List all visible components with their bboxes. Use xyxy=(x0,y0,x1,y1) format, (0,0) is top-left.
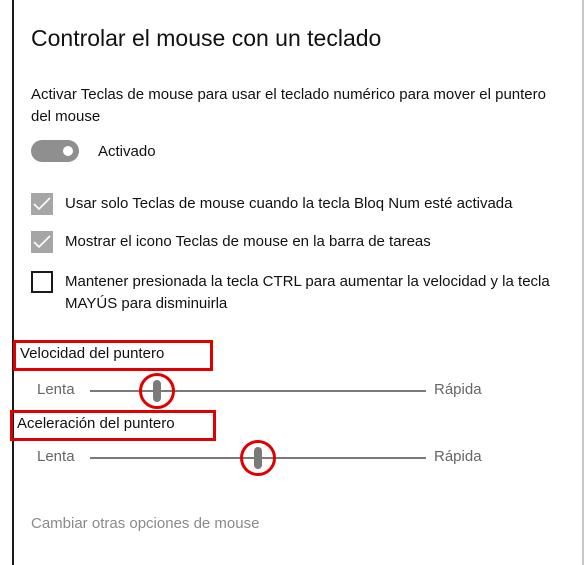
mouse-keys-toggle[interactable] xyxy=(31,140,79,162)
checkbox-label: Usar solo Teclas de mouse cuando la tecl… xyxy=(65,195,513,212)
toggle-knob xyxy=(63,146,73,156)
checkbox-row-numlock[interactable]: Usar solo Teclas de mouse cuando la tecl… xyxy=(31,193,512,215)
pointer-acceleration-slider[interactable]: Lenta Rápida xyxy=(37,440,497,476)
pointer-acceleration-heading: Aceleración del puntero xyxy=(10,410,216,441)
checkbox-row-taskbar-icon[interactable]: Mostrar el icono Teclas de mouse en la b… xyxy=(31,231,431,253)
mouse-keys-description: Activar Teclas de mouse para usar el tec… xyxy=(31,86,546,125)
checkbox-row-ctrl-shift[interactable]: Mantener presionada la tecla CTRL para a… xyxy=(31,271,565,315)
page-title: Controlar el mouse con un teclado xyxy=(31,25,382,51)
checkmark-icon xyxy=(33,197,51,211)
window-left-border xyxy=(12,0,14,565)
slider-min-label: Lenta xyxy=(37,381,75,398)
toggle-state-label: Activado xyxy=(98,143,156,160)
other-mouse-options-link[interactable]: Cambiar otras opciones de mouse xyxy=(31,515,259,532)
slider-max-label: Rápida xyxy=(434,448,482,465)
slider-min-label: Lenta xyxy=(37,448,75,465)
taskbar-icon-checkbox[interactable] xyxy=(31,231,53,253)
checkbox-label: Mantener presionada la tecla CTRL para a… xyxy=(65,273,550,312)
checkbox-label: Mostrar el icono Teclas de mouse en la b… xyxy=(65,233,431,250)
pointer-acceleration-label: Aceleración del puntero xyxy=(17,415,175,432)
window-right-border xyxy=(582,0,584,565)
ctrl-shift-speed-checkbox[interactable] xyxy=(31,271,53,293)
pointer-speed-heading: Velocidad del puntero xyxy=(13,340,213,371)
pointer-speed-slider[interactable]: Lenta Rápida xyxy=(37,373,497,409)
highlight-circle xyxy=(240,440,276,476)
checkmark-icon xyxy=(33,235,51,249)
slider-max-label: Rápida xyxy=(434,381,482,398)
highlight-circle xyxy=(139,373,176,409)
pointer-speed-label: Velocidad del puntero xyxy=(20,345,165,362)
numlock-only-checkbox[interactable] xyxy=(31,193,53,215)
